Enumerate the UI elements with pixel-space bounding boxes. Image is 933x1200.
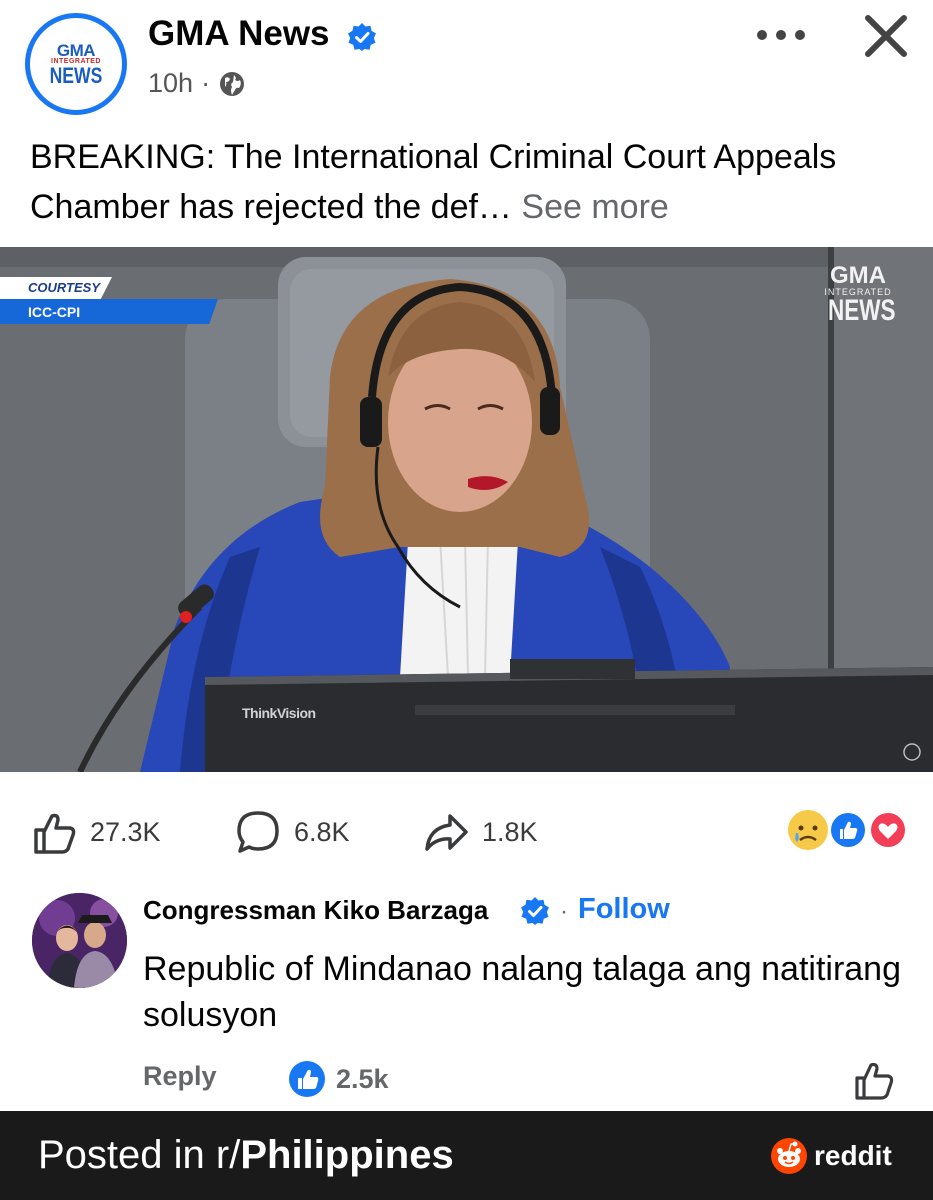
comment-text: Republic of Mindanao nalang talaga ang n… bbox=[143, 950, 901, 1034]
watermark-gma: GMA bbox=[830, 262, 886, 289]
more-options-button[interactable] bbox=[752, 20, 810, 50]
reaction-icons[interactable] bbox=[786, 808, 910, 852]
reddit-snoo-icon bbox=[771, 1138, 807, 1174]
ellipsis-icon bbox=[757, 30, 805, 40]
video-frame bbox=[0, 247, 933, 772]
thumbs-up-icon[interactable] bbox=[852, 1058, 896, 1102]
post-video[interactable]: COURTESY ICC-CPI GMA INTEGRATED NEWS Thi… bbox=[0, 247, 933, 772]
comment-button[interactable]: 6.8K bbox=[234, 808, 350, 856]
monitor-brand: ThinkVision bbox=[242, 705, 316, 721]
reddit-logo: reddit bbox=[770, 1137, 892, 1175]
commenter-photo bbox=[32, 893, 127, 988]
watermark-news: NEWS bbox=[828, 294, 896, 327]
share-count: 1.8K bbox=[482, 816, 538, 847]
page-name[interactable]: GMA News bbox=[148, 14, 330, 54]
posted-in-prefix: Posted in r/ bbox=[38, 1133, 241, 1177]
reddit-wordmark: reddit bbox=[814, 1140, 892, 1171]
commenter-avatar[interactable] bbox=[32, 893, 127, 988]
like-button[interactable]: 27.3K bbox=[30, 808, 161, 856]
muted-speaker-icon[interactable] bbox=[852, 669, 933, 772]
comment-likes-value: 2.5k bbox=[336, 1063, 389, 1094]
comment-bubble-icon bbox=[237, 811, 279, 853]
follow-separator: · bbox=[560, 898, 568, 925]
commenter-name[interactable]: Congressman Kiko Barzaga bbox=[143, 895, 488, 926]
post-time[interactable]: 10h bbox=[148, 68, 193, 99]
see-more-link[interactable]: See more bbox=[521, 188, 668, 226]
courtesy-label: COURTESY bbox=[0, 277, 112, 299]
page-avatar[interactable]: GMA INTEGRATED NEWS bbox=[25, 13, 127, 115]
verified-badge-icon bbox=[348, 23, 376, 51]
thumbs-up-icon bbox=[34, 813, 76, 854]
meta-separator: · bbox=[201, 68, 211, 98]
posted-in-text: Posted in r/Philippines bbox=[38, 1133, 454, 1178]
close-icon[interactable] bbox=[858, 8, 914, 64]
gma-watermark: GMA INTEGRATED NEWS bbox=[818, 262, 898, 327]
reply-button[interactable]: Reply bbox=[143, 1061, 217, 1092]
subreddit-name[interactable]: Philippines bbox=[240, 1133, 453, 1177]
comment-count: 6.8K bbox=[294, 816, 350, 847]
engagement-bar: 27.3K 6.8K 1.8K bbox=[0, 772, 933, 884]
follow-button[interactable]: Follow bbox=[578, 893, 670, 926]
reddit-footer: Posted in r/Philippines reddit bbox=[0, 1111, 933, 1200]
courtesy-source: ICC-CPI bbox=[0, 299, 218, 324]
courtesy-tag: COURTESY ICC-CPI bbox=[0, 277, 218, 324]
avatar-logo-news: NEWS bbox=[49, 62, 103, 88]
comment-like-count[interactable]: 2.5k bbox=[288, 1060, 389, 1098]
share-button[interactable]: 1.8K bbox=[422, 808, 538, 856]
sad-reaction-icon bbox=[788, 810, 828, 850]
post-text: BREAKING: The International Criminal Cou… bbox=[30, 132, 910, 232]
like-count: 27.3K bbox=[90, 816, 161, 847]
post-text-body: BREAKING: The International Criminal Cou… bbox=[30, 138, 837, 226]
like-reaction-icon bbox=[828, 810, 868, 850]
avatar-logo-gma: GMA bbox=[56, 40, 96, 60]
verified-badge-icon bbox=[521, 897, 549, 925]
post-meta: 10h · bbox=[148, 68, 246, 99]
like-reaction-icon bbox=[289, 1061, 325, 1097]
post-header: GMA INTEGRATED NEWS GMA News 10h · bbox=[0, 0, 933, 125]
share-arrow-icon bbox=[425, 814, 468, 851]
globe-icon bbox=[220, 71, 245, 96]
love-reaction-icon bbox=[868, 810, 908, 850]
